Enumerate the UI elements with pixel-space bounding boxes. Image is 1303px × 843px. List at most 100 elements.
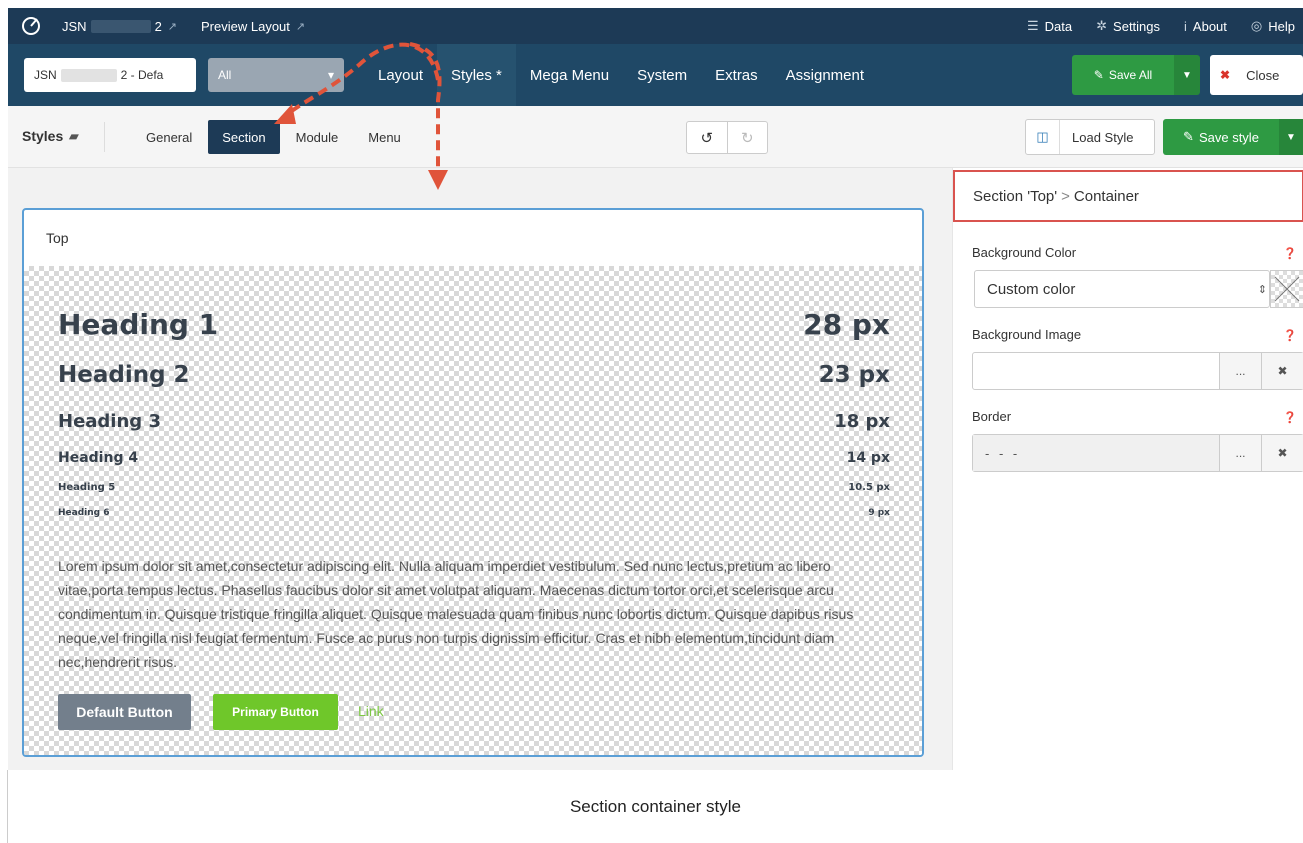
lifebuoy-icon: ◎ xyxy=(1250,18,1263,33)
help-label: Help xyxy=(1268,18,1295,34)
close-label: Close xyxy=(1246,67,1280,83)
redo-icon[interactable]: ↻ xyxy=(726,122,768,153)
help-link[interactable]: ◎ Help xyxy=(1251,18,1295,34)
save-style-dropdown-toggle[interactable]: ▼ xyxy=(1279,119,1303,155)
clear-button[interactable]: ✖ xyxy=(1261,435,1303,471)
heading-1-size: 28 px xyxy=(803,308,890,341)
data-link[interactable]: ☰ Data xyxy=(1027,18,1072,34)
save-style-button[interactable]: ✎ Save style xyxy=(1163,119,1279,155)
tab-module[interactable]: Module xyxy=(282,120,353,154)
redacted-text xyxy=(90,19,151,33)
save-all-label: Save All xyxy=(1108,68,1153,82)
heading-3-row: Heading 3 18 px xyxy=(58,411,890,432)
primary-button[interactable]: Primary Button xyxy=(213,694,338,730)
load-style-label: Load Style xyxy=(1072,129,1134,145)
figure-caption: Section container style xyxy=(569,796,742,816)
external-link-icon: ↗ xyxy=(167,20,178,33)
about-link[interactable]: i About xyxy=(1184,19,1227,34)
save-all-button[interactable]: ✎ Save All xyxy=(1072,55,1174,95)
help-icon[interactable]: ❓ xyxy=(1283,247,1297,260)
heading-6-size: 9 px xyxy=(868,508,890,518)
product-name-prefix: JSN xyxy=(62,18,87,34)
save-all-button-group: ✎ Save All ▼ xyxy=(1072,55,1200,95)
tab-system[interactable]: System xyxy=(623,44,701,106)
styles-title: Styles ▰ xyxy=(22,128,78,144)
breadcrumb-section[interactable]: Section 'Top' xyxy=(973,188,1057,205)
save-style-label: Save style xyxy=(1198,129,1259,145)
edit-icon: ✎ xyxy=(1183,129,1194,144)
heading-3: Heading 3 xyxy=(58,411,161,432)
product-name[interactable]: JSN 2 ↗ xyxy=(62,19,177,34)
undo-redo-group: ↺ ↻ xyxy=(686,121,768,154)
preview-canvas: Top Heading 1 28 px Heading 2 23 px Head… xyxy=(8,168,952,770)
background-color-label: Background Color xyxy=(972,245,1077,260)
heading-1: Heading 1 xyxy=(58,308,219,341)
divider xyxy=(104,122,105,152)
tab-layout[interactable]: Layout xyxy=(364,44,437,106)
tab-styles[interactable]: Styles * xyxy=(437,44,516,106)
heading-2: Heading 2 xyxy=(58,362,190,388)
tab-extras[interactable]: Extras xyxy=(701,44,772,106)
tab-section[interactable]: Section xyxy=(208,120,280,154)
tab-mega-menu[interactable]: Mega Menu xyxy=(516,44,623,106)
clear-button[interactable]: ✖ xyxy=(1261,353,1303,389)
layout-select[interactable]: JSN 2 - Defa xyxy=(24,58,196,92)
settings-label: Settings xyxy=(1113,18,1161,34)
heading-2-size: 23 px xyxy=(818,362,890,388)
default-button[interactable]: Default Button xyxy=(58,694,191,730)
info-icon: i xyxy=(1184,18,1187,34)
gear-icon: ✲ xyxy=(1096,18,1108,33)
main-nav: JSN 2 - Defa All ▾ Layout Styles * Mega … xyxy=(8,44,1303,106)
tab-general[interactable]: General xyxy=(132,120,206,154)
link-sample[interactable]: Link xyxy=(358,703,384,719)
container-area[interactable]: Heading 1 28 px Heading 2 23 px Heading … xyxy=(24,266,922,755)
product-name-suffix: 2 xyxy=(154,18,162,34)
styles-subtabs: General Section Module Menu xyxy=(132,120,415,154)
heading-6: Heading 6 xyxy=(58,508,110,518)
top-bar: JSN 2 ↗ Preview Layout ↗ ☰ Data ✲ Settings… xyxy=(8,8,1303,44)
border-input[interactable]: - - - xyxy=(973,435,1219,471)
edit-icon: ✎ xyxy=(1093,68,1104,82)
help-icon[interactable]: ❓ xyxy=(1283,411,1297,424)
tab-menu[interactable]: Menu xyxy=(354,120,415,154)
database-icon: ☰ xyxy=(1027,18,1039,33)
heading-5-row: Heading 5 10.5 px xyxy=(58,482,890,493)
heading-5-size: 10.5 px xyxy=(848,482,890,493)
layout-select-suffix: 2 - Defa xyxy=(120,68,164,82)
caret-down-icon: ▼ xyxy=(1286,131,1296,143)
help-icon[interactable]: ❓ xyxy=(1283,329,1297,342)
filter-select[interactable]: All ▾ xyxy=(208,58,344,92)
background-color-select[interactable]: Custom color ⇕ xyxy=(974,270,1270,308)
close-icon: ✖ xyxy=(1220,68,1231,82)
preview-layout-link[interactable]: Preview Layout ↗ xyxy=(201,19,305,34)
eraser-icon: ▰ xyxy=(69,129,79,143)
gear-logo-icon[interactable] xyxy=(20,15,42,37)
heading-3-size: 18 px xyxy=(834,411,890,432)
border-label: Border xyxy=(972,409,1012,424)
save-all-dropdown-toggle[interactable]: ▼ xyxy=(1174,55,1200,95)
external-link-icon: ↗ xyxy=(295,20,306,33)
background-image-label: Background Image xyxy=(972,327,1082,342)
color-swatch[interactable] xyxy=(1270,270,1303,308)
section-preview[interactable]: Top Heading 1 28 px Heading 2 23 px Head… xyxy=(22,208,924,757)
data-label: Data xyxy=(1044,18,1073,34)
body-paragraph: Lorem ipsum dolor sit amet,consectetur a… xyxy=(58,558,854,670)
section-name: Top xyxy=(46,230,69,246)
tab-assignment[interactable]: Assignment xyxy=(772,44,878,106)
heading-4-size: 14 px xyxy=(846,450,890,466)
undo-icon[interactable]: ↺ xyxy=(687,122,727,153)
border-input-group: - - - ... ✖ xyxy=(972,434,1303,472)
properties-panel: Section 'Top' > Container Background Col… xyxy=(952,168,1303,770)
nav-tabs: Layout Styles * Mega Menu System Extras … xyxy=(364,44,878,106)
settings-link[interactable]: ✲ Settings xyxy=(1096,18,1160,34)
breadcrumb-item: Container xyxy=(1073,187,1139,205)
browse-button[interactable]: ... xyxy=(1219,435,1261,471)
breadcrumb: Section 'Top' > Container xyxy=(953,170,1303,222)
browse-button[interactable]: ... xyxy=(1219,353,1261,389)
close-button[interactable]: ✖ Close xyxy=(1210,55,1303,95)
heading-5: Heading 5 xyxy=(58,482,116,493)
background-image-input[interactable] xyxy=(973,353,1219,389)
heading-2-row: Heading 2 23 px xyxy=(58,362,890,388)
breadcrumb-separator: > xyxy=(1061,187,1070,205)
load-style-button[interactable]: ◫ Load Style xyxy=(1025,119,1155,155)
